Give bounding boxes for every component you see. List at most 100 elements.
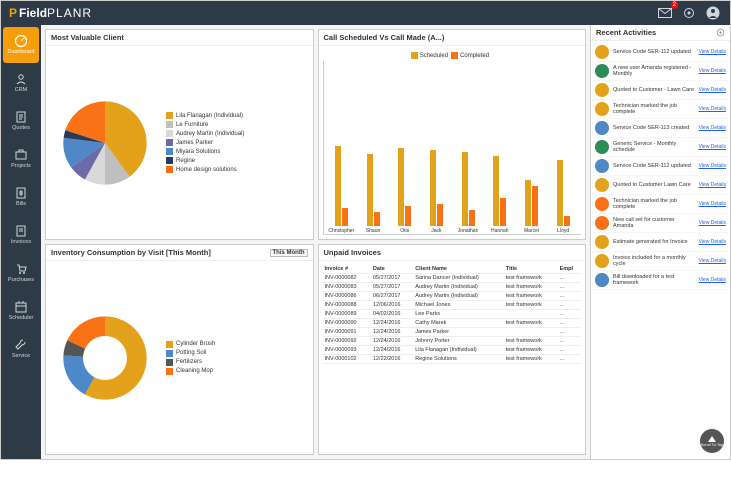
sidebar-item-service[interactable]: Service xyxy=(3,331,39,367)
bar-group: Shaun xyxy=(359,126,387,234)
activity-item: Invoice included for a monthly cycle Vie… xyxy=(593,252,728,271)
panel-inventory: Inventory Consumption by Visit [This Mon… xyxy=(45,244,314,455)
table-header[interactable]: Client Name xyxy=(413,265,504,274)
invoice-table: Invoice #DateClient NameTitleEmpl INV-00… xyxy=(323,265,582,364)
panel-most-valuable-client: Most Valuable Client Lila Flanagan (Indi… xyxy=(45,29,314,240)
activity-text: A new user Amanda registered - Monthly xyxy=(613,65,695,77)
activity-view-link[interactable]: View Details xyxy=(699,182,726,188)
activity-view-link[interactable]: View Details xyxy=(699,144,726,150)
activity-item: Service Code SER-113 created View Detail… xyxy=(593,119,728,138)
activity-text: Technician marked the job complete xyxy=(613,198,695,210)
table-row[interactable]: INV-000008904/02/2016Lee Parks... xyxy=(323,310,582,319)
notification-badge: 2 xyxy=(671,1,678,9)
sidebar-item-projects[interactable]: Projects xyxy=(3,141,39,177)
activity-icon xyxy=(595,235,609,249)
table-row[interactable]: INV-000009012/24/2016Cathy Marektest fra… xyxy=(323,319,582,328)
activity-view-link[interactable]: View Details xyxy=(699,87,726,93)
inventory-legend: Cylinder BrushPotting SoilFertilizersCle… xyxy=(166,341,215,375)
sidebar-item-crm[interactable]: CRM xyxy=(3,65,39,101)
panel-title: Most Valuable Client xyxy=(51,33,124,42)
bar-group: Hannah xyxy=(486,126,514,234)
activity-icon xyxy=(595,45,609,59)
activity-view-link[interactable]: View Details xyxy=(699,239,726,245)
activity-icon xyxy=(595,254,609,268)
activity-text: Service Code SER-112 updated xyxy=(613,49,695,55)
sidebar-item-bills[interactable]: Bills xyxy=(3,179,39,215)
user-avatar-icon[interactable] xyxy=(704,4,722,22)
activity-view-link[interactable]: View Details xyxy=(699,163,726,169)
legend-item: Home design solutions xyxy=(166,166,244,173)
table-row[interactable]: INV-000008812/06/2016Michael Jonestest f… xyxy=(323,301,582,310)
legend-item: Regine xyxy=(166,157,244,164)
activity-item: Generic Service - Monthly schedule View … xyxy=(593,138,728,157)
table-row[interactable]: INV-000008205/27/2017Sarina Dancer (Indi… xyxy=(323,274,582,283)
main-area: Dashboard CRM Quotes Projects Bills Invo… xyxy=(1,25,730,459)
gear-icon[interactable] xyxy=(680,4,698,22)
table-header[interactable]: Title xyxy=(504,265,558,274)
activity-icon xyxy=(595,102,609,116)
sidebar-item-quotes[interactable]: Quotes xyxy=(3,103,39,139)
activity-view-link[interactable]: View Details xyxy=(699,220,726,226)
activity-icon xyxy=(595,140,609,154)
sidebar-item-dashboard[interactable]: Dashboard xyxy=(3,27,39,63)
activity-item: Estimate generated for Invoice View Deta… xyxy=(593,233,728,252)
legend-item: Potting Soil xyxy=(166,350,215,357)
activity-view-link[interactable]: View Details xyxy=(699,106,726,112)
activity-text: Invoice included for a monthly cycle xyxy=(613,255,695,267)
activity-icon xyxy=(595,216,609,230)
activity-view-link[interactable]: View Details xyxy=(699,258,726,264)
bar-group: Otis xyxy=(391,126,419,234)
activity-item: Quoted to Customer Lawn Care View Detail… xyxy=(593,176,728,195)
activity-item: Service Code SER-112 updated View Detail… xyxy=(593,43,728,62)
activity-item: Technician marked the job complete View … xyxy=(593,195,728,214)
activity-text: Quoted to Customer - Lawn Care xyxy=(613,87,695,93)
activity-view-link[interactable]: View Details xyxy=(699,277,726,283)
client-pie-chart xyxy=(50,88,160,198)
table-header[interactable]: Invoice # xyxy=(323,265,371,274)
rail-gear-icon[interactable] xyxy=(716,28,725,37)
table-row[interactable]: INV-000010212/22/2016Regine Solutionstes… xyxy=(323,355,582,364)
calls-bar-chart: ChristopherShaunOtisJackJonathanHannahMa… xyxy=(323,61,582,235)
legend-item: Audrey Martin (Individual) xyxy=(166,130,244,137)
brand-icon: P xyxy=(9,6,17,20)
activity-item: Bill downloaded for a test framework Vie… xyxy=(593,271,728,290)
activity-view-link[interactable]: View Details xyxy=(699,68,726,74)
table-row[interactable]: INV-000008305/27/2017Audrey Martin (Indi… xyxy=(323,283,582,292)
activity-icon xyxy=(595,197,609,211)
activity-text: Generic Service - Monthly schedule xyxy=(613,141,695,153)
activity-icon xyxy=(595,83,609,97)
sidebar-item-invoices[interactable]: Invoices xyxy=(3,217,39,253)
inventory-filter-select[interactable]: This Month xyxy=(270,249,308,257)
activity-item: New call set for customer Amanda View De… xyxy=(593,214,728,233)
table-row[interactable]: INV-000009212/24/2016Johnny Portertest f… xyxy=(323,337,582,346)
mail-icon[interactable]: 2 xyxy=(656,4,674,22)
activity-text: Estimate generated for Invoice xyxy=(613,239,695,245)
table-row[interactable]: INV-000008606/27/2017Audrey Martin (Indi… xyxy=(323,292,582,301)
table-header[interactable]: Empl xyxy=(558,265,581,274)
table-header[interactable]: Date xyxy=(371,265,413,274)
activity-icon xyxy=(595,273,609,287)
panel-title: Call Scheduled Vs Call Made (A...) xyxy=(324,33,445,42)
activity-view-link[interactable]: View Details xyxy=(699,49,726,55)
bar-group: Lloyd xyxy=(549,126,577,234)
legend-item: Cylinder Brush xyxy=(166,341,215,348)
sidebar-item-scheduler[interactable]: Scheduler xyxy=(3,293,39,329)
sidebar-item-purchases[interactable]: Purchases xyxy=(3,255,39,291)
activity-item: A new user Amanda registered - Monthly V… xyxy=(593,62,728,81)
activity-view-link[interactable]: View Details xyxy=(699,201,726,207)
legend-item: Le Furniture xyxy=(166,121,244,128)
dashboard-grid: Most Valuable Client Lila Flanagan (Indi… xyxy=(41,25,590,459)
inventory-donut-chart xyxy=(50,303,160,413)
app-window: PFieldPLANR 2 Dashboard CRM Quotes xyxy=(0,0,731,460)
activity-icon xyxy=(595,178,609,192)
legend-item: Lila Flanagan (Individual) xyxy=(166,112,244,119)
activity-view-link[interactable]: View Details xyxy=(699,125,726,131)
panel-calls: Call Scheduled Vs Call Made (A...) Sched… xyxy=(318,29,587,240)
bar-group: Christopher xyxy=(327,126,355,234)
bar-group: Marcel xyxy=(518,126,546,234)
table-row[interactable]: INV-000009312/24/2016Lila Flanagan (Indi… xyxy=(323,346,582,355)
scroll-to-top-button[interactable]: Scroll To Top xyxy=(700,429,724,453)
activity-text: New call set for customer Amanda xyxy=(613,217,695,229)
table-row[interactable]: INV-000009112/24/2016James Parker... xyxy=(323,328,582,337)
activity-text: Quoted to Customer Lawn Care xyxy=(613,182,695,188)
